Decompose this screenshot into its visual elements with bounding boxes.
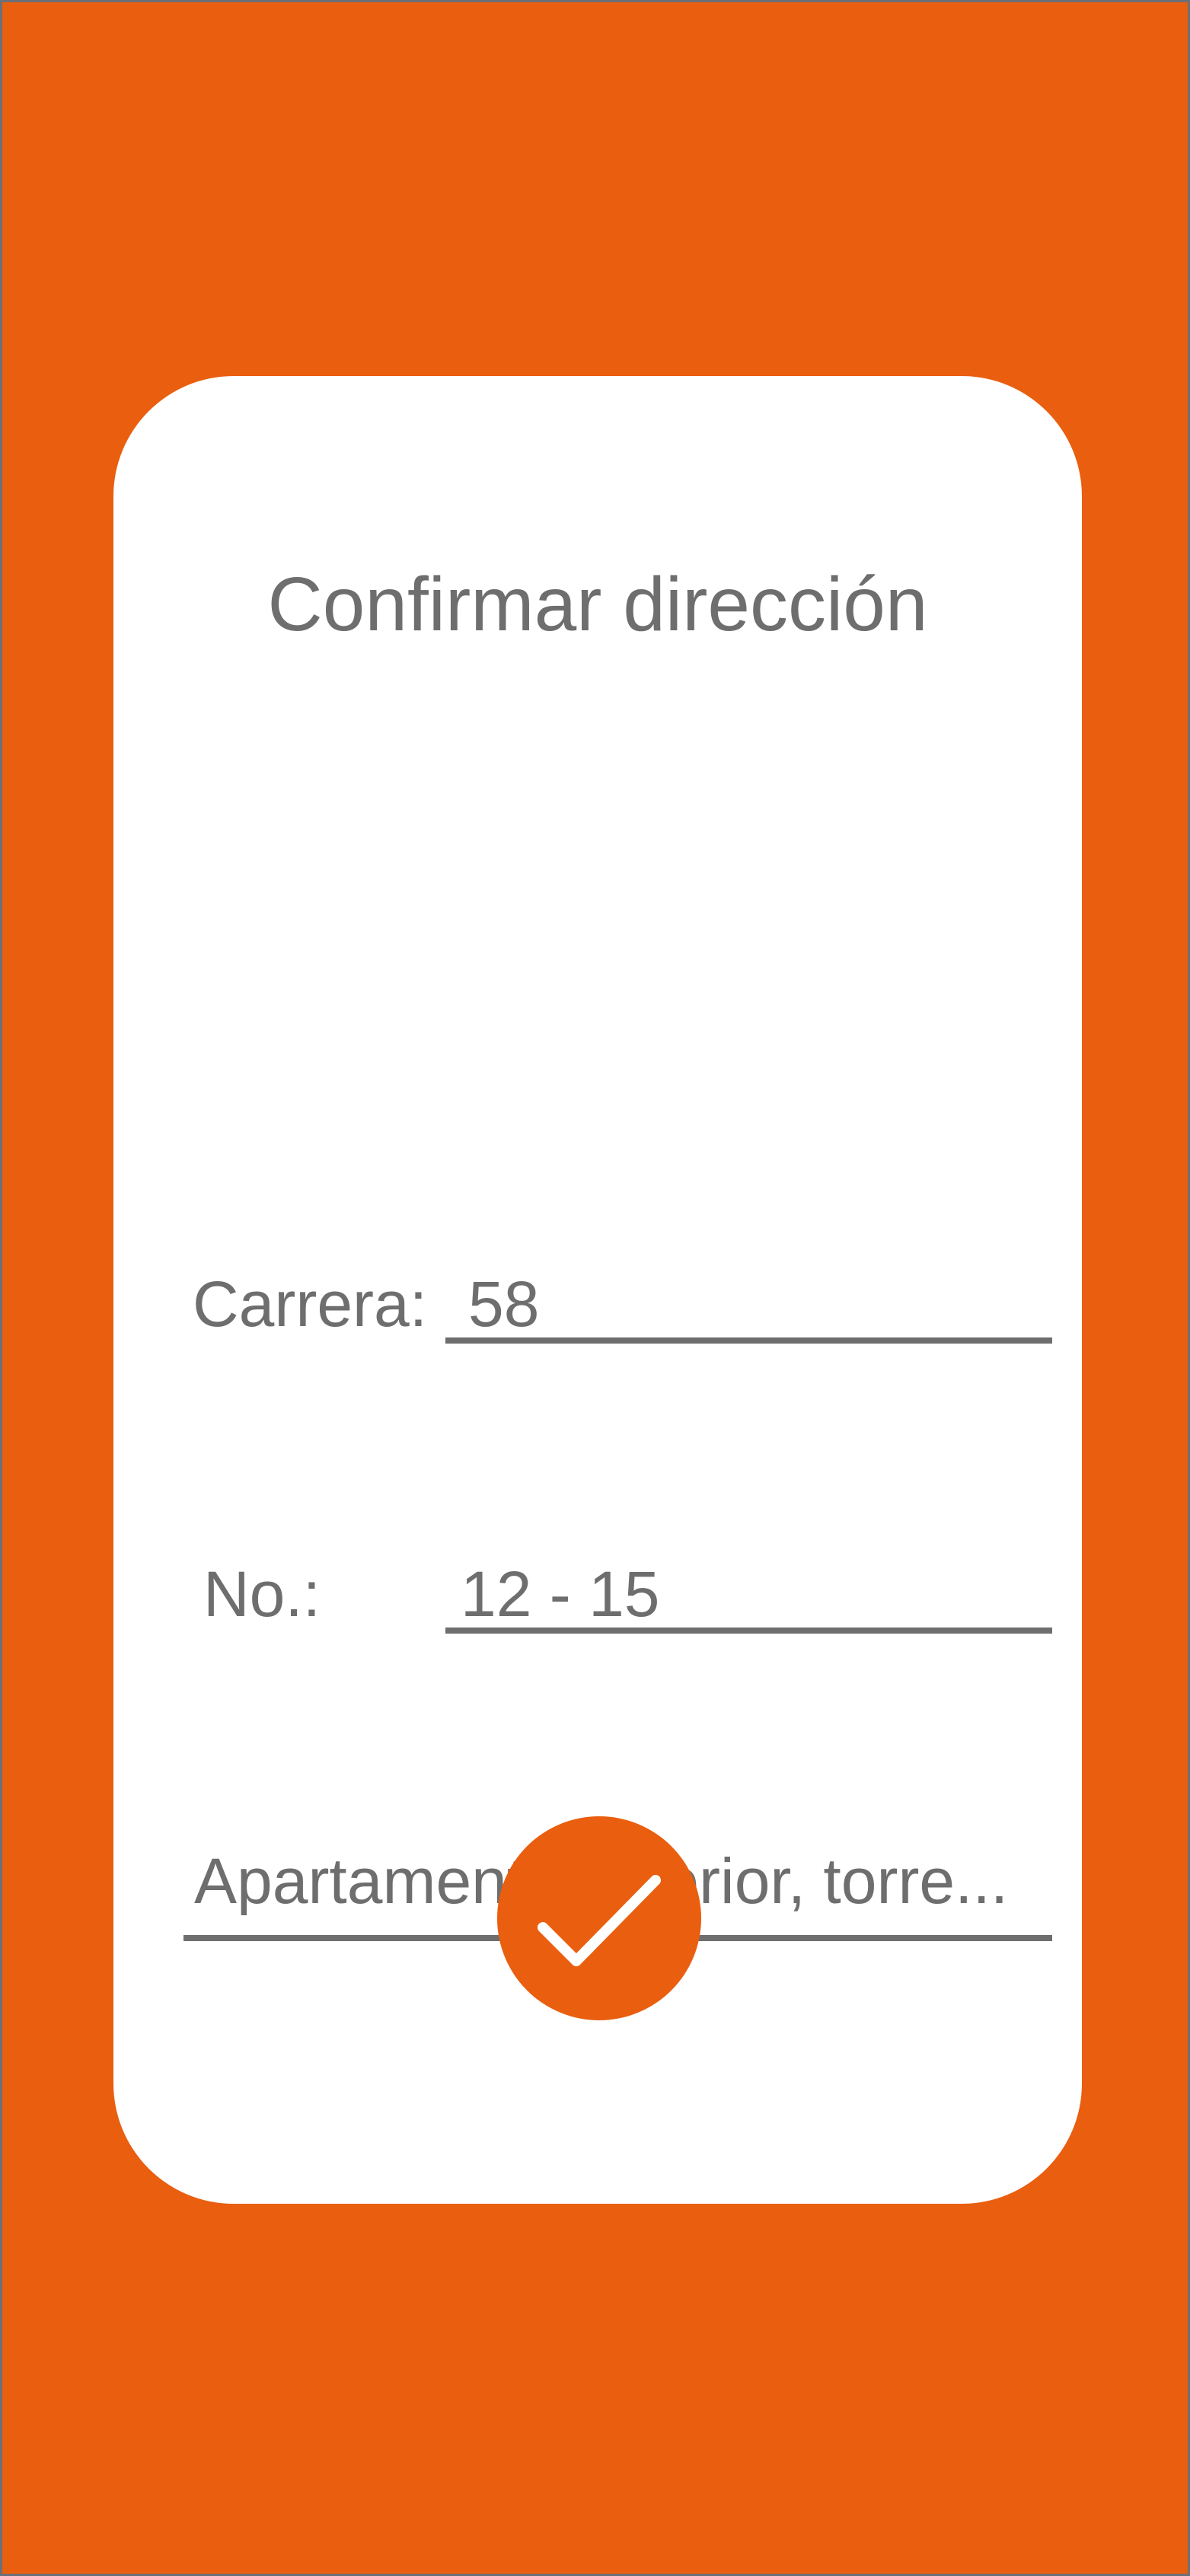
numero-label: No.: (203, 1558, 321, 1630)
numero-input[interactable] (461, 1560, 1047, 1628)
numero-underline (445, 1628, 1052, 1634)
confirm-address-card: Confirmar dirección Carrera: No.: (113, 376, 1082, 2204)
checkmark-icon (538, 1875, 661, 1966)
carrera-input[interactable] (468, 1270, 1047, 1338)
carrera-label: Carrera: (193, 1268, 428, 1340)
carrera-underline (445, 1337, 1052, 1344)
page-title: Confirmar dirección (267, 562, 928, 647)
confirm-button[interactable] (497, 1816, 701, 2020)
app-screen: Confirmar dirección Carrera: No.: (0, 0, 1190, 2576)
